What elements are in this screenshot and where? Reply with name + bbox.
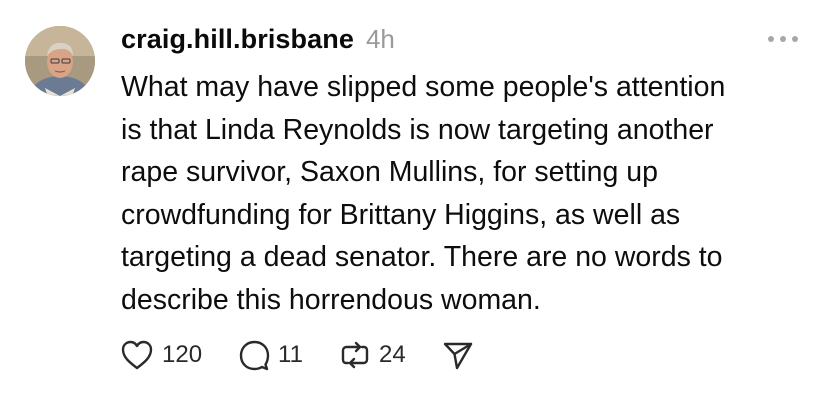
post-actions: 120 11 24	[120, 337, 510, 373]
post-header: craig.hill.brisbane 4h	[121, 24, 395, 60]
more-dot-icon	[780, 36, 786, 42]
heart-icon	[121, 340, 153, 370]
like-count: 120	[162, 341, 203, 368]
author-username[interactable]: craig.hill.brisbane	[121, 24, 354, 55]
author-avatar[interactable]	[25, 26, 95, 96]
more-options-button[interactable]	[768, 34, 798, 44]
repost-button[interactable]: 24	[339, 339, 406, 371]
post-timestamp[interactable]: 4h	[366, 24, 395, 55]
comment-icon	[239, 340, 270, 371]
share-button[interactable]	[442, 339, 474, 371]
post-body: What may have slipped some people's atte…	[121, 71, 726, 316]
avatar-photo	[25, 26, 95, 96]
repost-count: 24	[378, 341, 406, 368]
thread-post: craig.hill.brisbane 4h What may have sli…	[0, 0, 828, 396]
send-icon	[443, 342, 472, 370]
reply-button[interactable]: 11	[238, 339, 303, 371]
like-button[interactable]: 120	[120, 339, 202, 371]
reply-count: 11	[278, 341, 303, 368]
more-dot-icon	[768, 36, 774, 42]
repost-icon	[341, 341, 369, 369]
more-dot-icon	[792, 36, 798, 42]
